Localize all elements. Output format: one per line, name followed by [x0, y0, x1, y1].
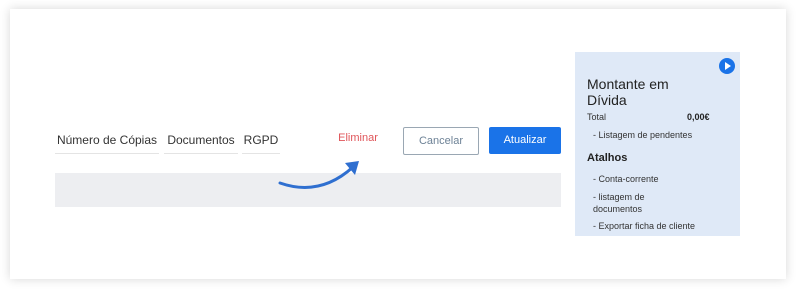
- total-value: 0,00€: [687, 112, 710, 122]
- shortcuts-title: Atalhos: [587, 152, 628, 164]
- tab-numero-de-copias[interactable]: Número de Cópias: [55, 128, 159, 154]
- debt-sidebar: Montante em Dívida Total 0,00€ - Listage…: [575, 52, 740, 236]
- pending-list-link[interactable]: - Listagem de pendentes: [593, 129, 692, 141]
- play-icon[interactable]: [719, 58, 735, 74]
- tab-documentos[interactable]: Documentos: [164, 128, 238, 154]
- shortcut-listagem-documentos[interactable]: - listagem de documentos: [593, 191, 673, 215]
- update-button[interactable]: Atualizar: [489, 127, 561, 154]
- delete-button[interactable]: Eliminar: [330, 132, 386, 144]
- sidebar-title: Montante em Dívida: [587, 76, 669, 108]
- shortcut-conta-corrente[interactable]: - Conta-corrente: [593, 173, 659, 185]
- shortcut-exportar-ficha[interactable]: - Exportar ficha de cliente: [593, 220, 695, 232]
- total-label: Total: [587, 112, 607, 122]
- cancel-button[interactable]: Cancelar: [403, 127, 479, 155]
- curved-arrow-icon: [278, 161, 359, 189]
- tab-rgpd[interactable]: RGPD: [242, 128, 280, 154]
